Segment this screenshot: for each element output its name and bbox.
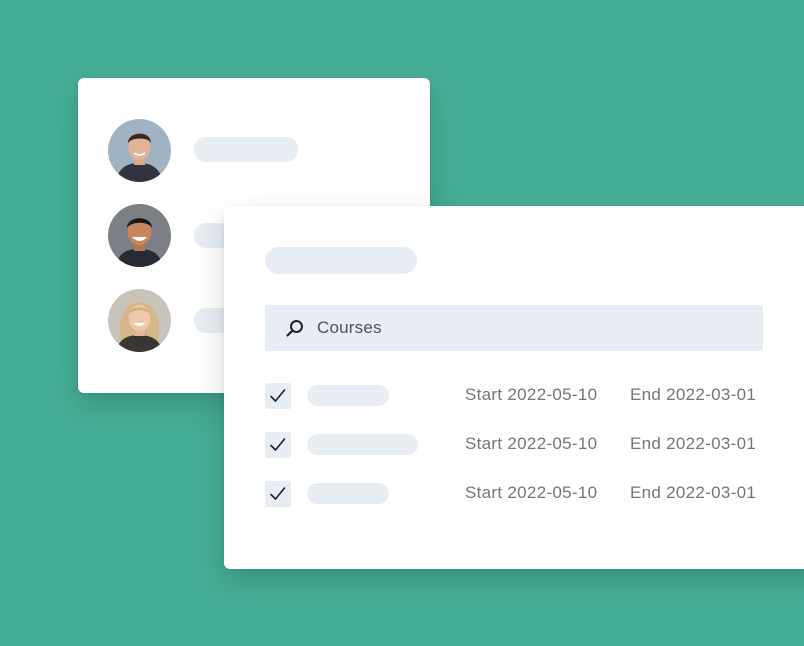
course-name-placeholder: [307, 385, 389, 406]
course-name-placeholder: [307, 434, 418, 455]
person-avatar-1-icon: [108, 119, 171, 182]
start-date: Start 2022-05-10: [465, 385, 598, 404]
avatar[interactable]: [108, 119, 171, 182]
search-icon: [286, 320, 303, 337]
course-name-placeholder: [307, 483, 389, 504]
avatar[interactable]: [108, 204, 171, 267]
checkmark-icon: [270, 487, 286, 500]
avatar[interactable]: [108, 289, 171, 352]
checkmark-icon: [270, 438, 286, 451]
search-label: Courses: [317, 318, 382, 337]
row-checkbox[interactable]: [265, 481, 291, 507]
end-date: End 2022-03-01: [630, 434, 757, 453]
start-date: Start 2022-05-10: [465, 434, 598, 453]
person-avatar-3-icon: [108, 289, 171, 352]
name-placeholder: [194, 137, 298, 162]
search-field[interactable]: Courses: [265, 305, 763, 351]
row-checkbox[interactable]: [265, 383, 291, 409]
title-placeholder: [265, 247, 417, 274]
row-checkbox[interactable]: [265, 432, 291, 458]
end-date: End 2022-03-01: [630, 483, 757, 502]
start-date: Start 2022-05-10: [465, 483, 598, 502]
courses-card: Courses Start 2022-05-10 End 2022-03-01 …: [224, 206, 804, 569]
checkmark-icon: [270, 389, 286, 402]
person-avatar-2-icon: [108, 204, 171, 267]
end-date: End 2022-03-01: [630, 385, 757, 404]
